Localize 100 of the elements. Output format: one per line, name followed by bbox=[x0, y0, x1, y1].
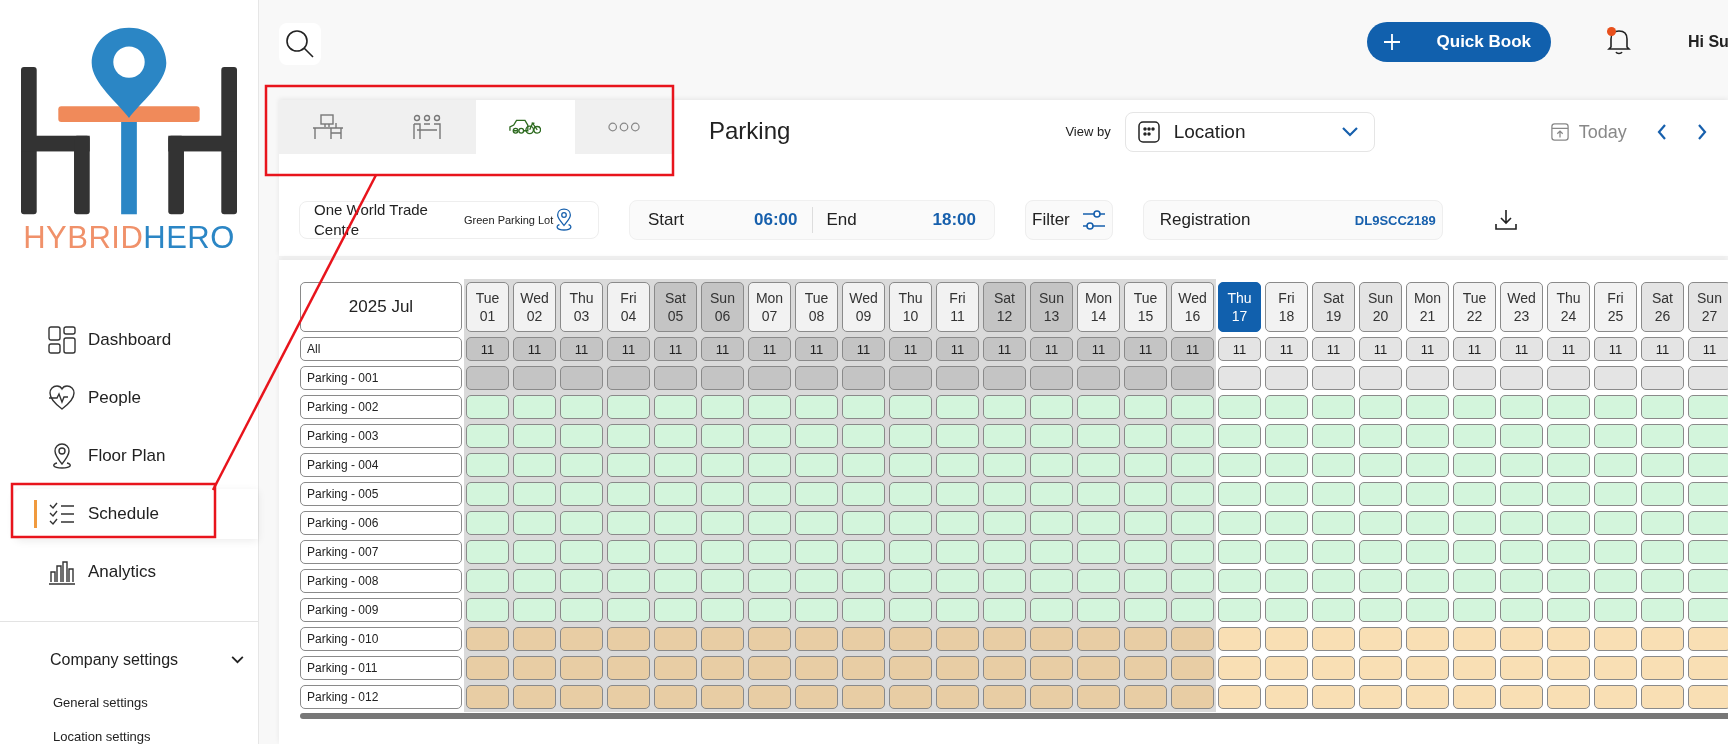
slot-cell[interactable] bbox=[1453, 656, 1496, 680]
slot-cell[interactable] bbox=[1453, 366, 1496, 390]
slot-cell[interactable] bbox=[1500, 656, 1543, 680]
slot-cell[interactable] bbox=[795, 511, 838, 535]
slot-cell[interactable] bbox=[1547, 482, 1590, 506]
slot-cell[interactable] bbox=[1124, 482, 1167, 506]
slot-cell[interactable] bbox=[1594, 424, 1637, 448]
day-header[interactable]: Tue 22 bbox=[1453, 282, 1496, 332]
slot-cell[interactable] bbox=[1030, 511, 1073, 535]
slot-cell[interactable] bbox=[842, 598, 885, 622]
slot-cell[interactable] bbox=[1218, 511, 1261, 535]
day-header[interactable]: Fri 25 bbox=[1594, 282, 1637, 332]
slot-cell[interactable] bbox=[466, 482, 509, 506]
slot-cell[interactable] bbox=[1359, 685, 1402, 709]
slot-cell[interactable] bbox=[1453, 395, 1496, 419]
slot-cell[interactable] bbox=[1547, 598, 1590, 622]
slot-cell[interactable] bbox=[701, 482, 744, 506]
slot-cell[interactable] bbox=[1218, 685, 1261, 709]
slot-cell[interactable] bbox=[1500, 598, 1543, 622]
slot-cell[interactable] bbox=[983, 627, 1026, 651]
slot-cell[interactable] bbox=[1124, 511, 1167, 535]
slot-cell[interactable] bbox=[1688, 569, 1728, 593]
slot-cell[interactable] bbox=[936, 540, 979, 564]
slot-cell[interactable] bbox=[1077, 453, 1120, 477]
slot-cell[interactable] bbox=[513, 424, 556, 448]
slot-cell[interactable] bbox=[607, 685, 650, 709]
slot-cell[interactable] bbox=[513, 395, 556, 419]
slot-cell[interactable] bbox=[1171, 656, 1214, 680]
slot-cell[interactable] bbox=[842, 540, 885, 564]
day-header[interactable]: Wed 16 bbox=[1171, 282, 1214, 332]
day-header[interactable]: Mon 14 bbox=[1077, 282, 1120, 332]
slot-cell[interactable] bbox=[1359, 366, 1402, 390]
slot-cell[interactable] bbox=[1641, 569, 1684, 593]
slot-cell[interactable] bbox=[1641, 598, 1684, 622]
slot-cell[interactable] bbox=[1124, 453, 1167, 477]
slot-cell[interactable] bbox=[748, 511, 791, 535]
slot-cell[interactable] bbox=[748, 366, 791, 390]
slot-cell[interactable] bbox=[1500, 395, 1543, 419]
slot-cell[interactable] bbox=[466, 569, 509, 593]
slot-cell[interactable] bbox=[1312, 656, 1355, 680]
slot-cell[interactable] bbox=[795, 482, 838, 506]
slot-cell[interactable] bbox=[748, 656, 791, 680]
nav-item[interactable]: People bbox=[0, 369, 258, 427]
slot-cell[interactable] bbox=[1265, 685, 1308, 709]
slot-cell[interactable] bbox=[1547, 511, 1590, 535]
slot-cell[interactable] bbox=[1124, 424, 1167, 448]
slot-cell[interactable] bbox=[936, 569, 979, 593]
slot-cell[interactable] bbox=[1218, 424, 1261, 448]
slot-cell[interactable] bbox=[1547, 424, 1590, 448]
slot-cell[interactable] bbox=[889, 685, 932, 709]
slot-cell[interactable] bbox=[607, 540, 650, 564]
slot-cell[interactable] bbox=[889, 569, 932, 593]
slot-cell[interactable] bbox=[1171, 685, 1214, 709]
slot-cell[interactable] bbox=[1453, 685, 1496, 709]
slot-cell[interactable] bbox=[889, 366, 932, 390]
slot-cell[interactable] bbox=[701, 627, 744, 651]
slot-cell[interactable] bbox=[513, 511, 556, 535]
slot-cell[interactable] bbox=[1171, 627, 1214, 651]
slot-cell[interactable] bbox=[1218, 395, 1261, 419]
slot-cell[interactable] bbox=[1406, 685, 1449, 709]
slot-cell[interactable] bbox=[466, 424, 509, 448]
slot-cell[interactable] bbox=[1218, 627, 1261, 651]
slot-cell[interactable] bbox=[1265, 569, 1308, 593]
slot-cell[interactable] bbox=[1077, 685, 1120, 709]
slot-cell[interactable] bbox=[607, 453, 650, 477]
slot-cell[interactable] bbox=[1594, 685, 1637, 709]
day-header[interactable]: Thu 24 bbox=[1547, 282, 1590, 332]
slot-cell[interactable] bbox=[1359, 395, 1402, 419]
slot-cell[interactable] bbox=[936, 366, 979, 390]
slot-cell[interactable] bbox=[1641, 627, 1684, 651]
slot-cell[interactable] bbox=[1594, 598, 1637, 622]
slot-cell[interactable] bbox=[1500, 482, 1543, 506]
slot-cell[interactable] bbox=[654, 453, 697, 477]
slot-cell[interactable] bbox=[1406, 656, 1449, 680]
slot-cell[interactable] bbox=[1265, 598, 1308, 622]
slot-cell[interactable] bbox=[795, 627, 838, 651]
slot-cell[interactable] bbox=[513, 598, 556, 622]
slot-cell[interactable] bbox=[1359, 569, 1402, 593]
slot-cell[interactable] bbox=[1218, 656, 1261, 680]
slot-cell[interactable] bbox=[1030, 569, 1073, 593]
slot-cell[interactable] bbox=[748, 685, 791, 709]
slot-cell[interactable] bbox=[1594, 627, 1637, 651]
slot-cell[interactable] bbox=[560, 598, 603, 622]
slot-cell[interactable] bbox=[936, 598, 979, 622]
slot-cell[interactable] bbox=[1077, 656, 1120, 680]
slot-cell[interactable] bbox=[654, 366, 697, 390]
slot-cell[interactable] bbox=[607, 511, 650, 535]
slot-cell[interactable] bbox=[795, 540, 838, 564]
day-header[interactable]: Sat 05 bbox=[654, 282, 697, 332]
slot-cell[interactable] bbox=[1406, 540, 1449, 564]
slot-cell[interactable] bbox=[983, 540, 1026, 564]
slot-cell[interactable] bbox=[842, 482, 885, 506]
nav-item[interactable]: Schedule bbox=[14, 489, 258, 539]
slot-cell[interactable] bbox=[842, 627, 885, 651]
slot-cell[interactable] bbox=[466, 685, 509, 709]
slot-cell[interactable] bbox=[701, 656, 744, 680]
slot-cell[interactable] bbox=[607, 424, 650, 448]
day-header[interactable]: Sat 26 bbox=[1641, 282, 1684, 332]
slot-cell[interactable] bbox=[1688, 627, 1728, 651]
nav-item[interactable]: Analytics bbox=[0, 543, 258, 601]
